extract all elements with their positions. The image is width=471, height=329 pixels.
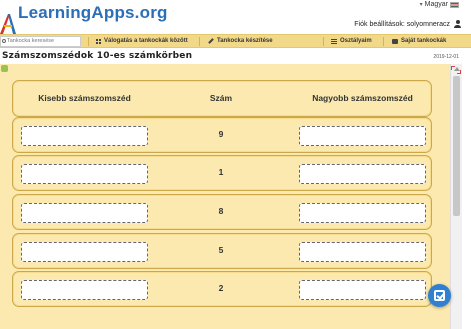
nav-browse-label: Válogatás a tankockák között (104, 38, 188, 44)
drop-slot-larger[interactable] (299, 203, 426, 223)
nav-browse[interactable]: Válogatás a tankockák között (96, 35, 188, 47)
table-row: 9 (12, 117, 432, 153)
drop-slot-smaller[interactable] (21, 242, 148, 262)
number-cell: 1 (218, 167, 224, 177)
pencil-icon (208, 38, 214, 44)
check-answers-button[interactable] (428, 284, 451, 307)
table-row: 2 (12, 271, 432, 307)
nav-classes[interactable]: Osztályaim (331, 35, 372, 47)
search-input[interactable]: Tankocka keresése (0, 36, 81, 47)
logo-icon[interactable] (0, 12, 16, 34)
language-selector[interactable]: ▾ Magyar (420, 1, 459, 8)
column-header-row: Kisebb számszomszéd Szám Nagyobb számszo… (12, 80, 432, 117)
chevron-down-icon: ▾ (419, 2, 423, 8)
search-icon (2, 39, 6, 43)
scrollbar[interactable] (450, 64, 462, 329)
nav-create[interactable]: Tankocka készítése (208, 35, 273, 47)
table-row: 5 (12, 233, 432, 269)
page-margin (462, 64, 471, 329)
app-title-bar: Számszomszédok 10-es számkörben 2019-12-… (0, 49, 471, 63)
drop-slot-smaller[interactable] (21, 203, 148, 223)
drop-slot-smaller[interactable] (21, 280, 148, 300)
drop-slot-smaller[interactable] (21, 126, 148, 146)
nav-divider (199, 37, 200, 46)
drop-slot-smaller[interactable] (21, 164, 148, 184)
number-cell: 8 (218, 206, 224, 216)
site-header: LearningApps.org ▾ Magyar Fiók beállítás… (0, 0, 471, 34)
puzzle-icon (1, 65, 8, 72)
nav-my-apps-label: Saját tankockák (401, 38, 447, 44)
hungarian-flag-icon (450, 1, 459, 8)
scrollbar-thumb[interactable] (453, 76, 460, 216)
nav-classes-label: Osztályaim (340, 38, 372, 44)
checkbox-icon (434, 290, 445, 301)
main-nav: Tankocka keresése Válogatás a tankockák … (0, 34, 471, 48)
search-placeholder: Tankocka keresése (7, 38, 55, 44)
nav-divider (88, 37, 89, 46)
nav-divider (383, 37, 384, 46)
nav-create-label: Tankocka készítése (217, 38, 273, 44)
table-row: 8 (12, 194, 432, 230)
drop-slot-larger[interactable] (299, 280, 426, 300)
drop-slot-larger[interactable] (299, 126, 426, 146)
nav-my-apps[interactable]: Saját tankockák (392, 35, 446, 47)
nav-divider (323, 37, 324, 46)
fullscreen-icon[interactable] (451, 66, 461, 74)
column-header-number: Szám (209, 93, 233, 103)
language-label: Magyar (424, 1, 448, 8)
drop-slot-larger[interactable] (299, 164, 426, 184)
table-row: 1 (12, 155, 432, 191)
folder-icon (392, 38, 398, 44)
number-cell: 2 (218, 283, 224, 293)
account-label: Fiók beállítások: solyomneracz (354, 20, 450, 28)
account-settings-link[interactable]: Fiók beállítások: solyomneracz (354, 20, 461, 28)
site-logo-text[interactable]: LearningApps.org (18, 3, 168, 23)
user-icon (454, 20, 461, 28)
app-date: 2019-12-01 (433, 54, 459, 60)
number-cell: 9 (218, 129, 224, 139)
drop-slot-larger[interactable] (299, 242, 426, 262)
list-icon (331, 38, 337, 44)
column-header-larger: Nagyobb számszomszéd (312, 93, 413, 103)
app-window: LearningApps.org ▾ Magyar Fiók beállítás… (0, 0, 471, 329)
number-cell: 5 (218, 245, 224, 255)
column-header-smaller: Kisebb számszomszéd (38, 93, 131, 103)
grid-icon (96, 38, 101, 44)
page-title: Számszomszédok 10-es számkörben (2, 51, 193, 61)
